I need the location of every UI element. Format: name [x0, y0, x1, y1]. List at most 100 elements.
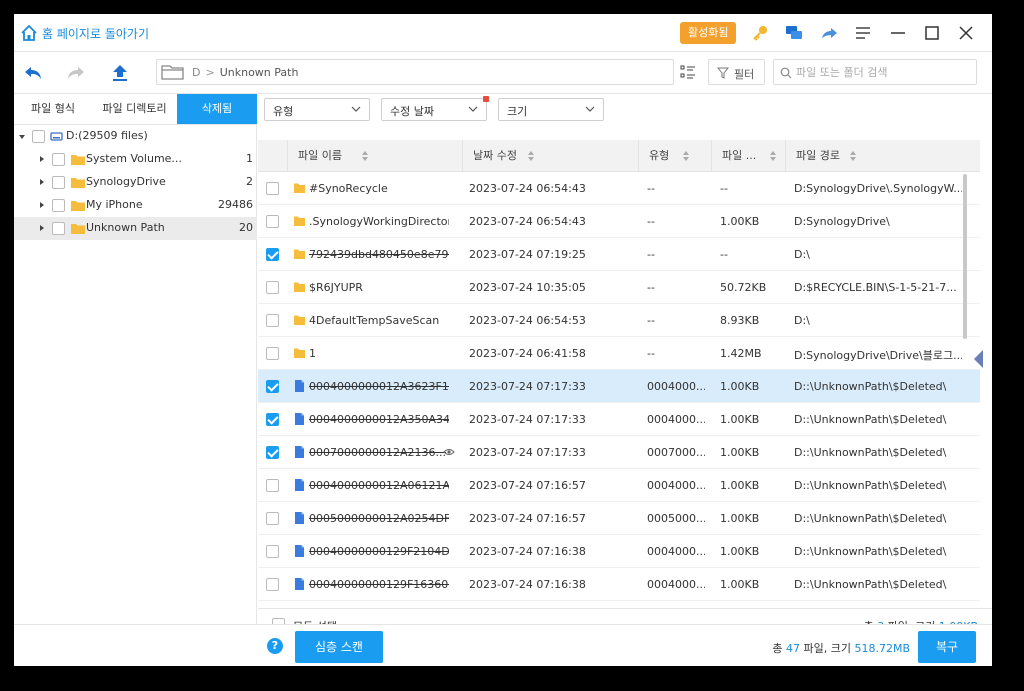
cell-type: 0007000... [647, 446, 705, 459]
row-checkbox[interactable] [266, 380, 279, 393]
sort-icon[interactable] [770, 151, 776, 161]
row-checkbox[interactable] [266, 413, 279, 426]
preview-eye-icon[interactable] [443, 447, 455, 457]
type-filter-dropdown[interactable]: 유형 [264, 98, 370, 121]
row-checkbox[interactable] [266, 215, 279, 228]
table-row[interactable]: 0004000000012A3623F1... 2023-07-24 07:17:… [258, 370, 980, 403]
table-row[interactable]: 00040000000129F163602... 2023-07-24 07:16… [258, 568, 980, 601]
folder-icon [294, 183, 305, 193]
tree-root[interactable]: D:(29509 files) [14, 125, 257, 148]
expand-arrow-icon[interactable] [40, 225, 44, 231]
dropdown-label: 유형 [273, 105, 294, 118]
back-arrow-icon[interactable] [22, 62, 44, 84]
list-view-icon[interactable] [680, 64, 696, 80]
row-checkbox[interactable] [266, 479, 279, 492]
expand-arrow-icon[interactable] [19, 135, 25, 139]
path-root[interactable]: D [192, 66, 200, 79]
checkbox[interactable] [52, 199, 65, 212]
expand-arrow-icon[interactable] [40, 179, 44, 185]
upload-icon[interactable] [109, 62, 131, 84]
minimize-icon[interactable] [888, 23, 908, 43]
header-type[interactable]: 유형 [639, 140, 712, 172]
row-checkbox[interactable] [266, 446, 279, 459]
tree-item-synologydrive[interactable]: SynologyDrive 2 [14, 171, 257, 194]
help-icon[interactable]: ? [267, 638, 283, 654]
row-checkbox[interactable] [266, 512, 279, 525]
sort-icon[interactable] [850, 151, 856, 161]
row-checkbox[interactable] [266, 281, 279, 294]
checkbox[interactable] [32, 130, 45, 143]
folder-icon [294, 348, 305, 358]
sort-icon[interactable] [528, 151, 534, 161]
header-date[interactable]: 날짜 수정 [463, 140, 639, 172]
collapse-panel-arrow-icon[interactable] [974, 350, 983, 368]
expand-arrow-icon[interactable] [40, 156, 44, 162]
path-bar[interactable]: D > Unknown Path [156, 59, 674, 85]
search-icon [780, 67, 792, 79]
table-row[interactable]: 4DefaultTempSaveScan 2023-07-24 06:54:53 -… [258, 304, 980, 337]
forward-arrow-icon[interactable] [65, 62, 87, 84]
chat-icon[interactable] [784, 23, 804, 43]
recover-button[interactable]: 복구 [918, 631, 976, 663]
expand-arrow-icon[interactable] [40, 202, 44, 208]
cell-type: 0004000... [647, 479, 705, 492]
table-row[interactable]: 792439dbd480450e8e796... 2023-07-24 07:19… [258, 238, 980, 271]
home-icon[interactable] [20, 24, 38, 42]
table-row[interactable]: $R6JYUPR 2023-07-24 10:35:05 -- 50.72KB D:$R… [258, 271, 980, 304]
row-checkbox[interactable] [266, 248, 279, 261]
cell-size: 1.00KB [720, 413, 760, 426]
row-checkbox[interactable] [266, 314, 279, 327]
tab-file-type[interactable]: 파일 형식 [14, 94, 92, 124]
table-row[interactable]: 0004000000012A06121A... 2023-07-24 07:16:… [258, 469, 980, 502]
cell-type: -- [647, 281, 655, 294]
cell-type: 0004000... [647, 380, 705, 393]
header-path[interactable]: 파일 경로 [786, 140, 980, 172]
tree-item-count: 29486 [218, 198, 253, 211]
table-row[interactable]: 00040000000129F2104D... 2023-07-24 07:16:… [258, 535, 980, 568]
filter-button[interactable]: 필터 [708, 59, 765, 85]
row-checkbox[interactable] [266, 182, 279, 195]
checkbox[interactable] [52, 176, 65, 189]
checkbox[interactable] [52, 153, 65, 166]
tree-item-unknown-path[interactable]: Unknown Path 20 [14, 217, 257, 240]
tree-root-label: D:(29509 files) [66, 129, 148, 142]
table-row[interactable]: 0005000000012A0254DF... 2023-07-24 07:16:… [258, 502, 980, 535]
table-row[interactable]: 0004000000012A350A34... 2023-07-24 07:17:… [258, 403, 980, 436]
row-checkbox[interactable] [266, 347, 279, 360]
table-row[interactable]: 0007000000012A2136... 2023-07-24 07:17:33… [258, 436, 980, 469]
scrollbar[interactable] [963, 174, 967, 339]
activate-button[interactable]: 활성화됨 [680, 22, 737, 44]
row-checkbox[interactable] [266, 578, 279, 591]
cell-path: D::\UnknownPath\$Deleted\ [794, 512, 947, 525]
tab-file-directory[interactable]: 파일 디렉토리 [92, 94, 177, 124]
maximize-icon[interactable] [922, 23, 942, 43]
key-icon[interactable] [750, 23, 770, 43]
sort-icon[interactable] [362, 151, 368, 161]
tab-deleted[interactable]: 삭제됨 [177, 94, 257, 124]
modified-date-dropdown[interactable]: 수정 날짜 [381, 96, 489, 121]
table-row[interactable]: 1 2023-07-24 06:41:58 -- 1.42MB D:SynologyDr… [258, 337, 980, 370]
back-home-link[interactable]: 홈 페이지로 돌아가기 [42, 25, 149, 42]
search-input[interactable] [796, 64, 972, 80]
menu-icon[interactable] [853, 23, 873, 43]
row-checkbox[interactable] [266, 545, 279, 558]
header-name[interactable]: 파일 이름 [288, 140, 463, 172]
size-filter-dropdown[interactable]: 크기 [498, 98, 604, 121]
search-box[interactable] [773, 59, 977, 85]
checkbox[interactable] [52, 222, 65, 235]
close-icon[interactable] [956, 23, 976, 43]
cell-size: 1.00KB [720, 380, 760, 393]
cell-date: 2023-07-24 06:54:43 [469, 215, 586, 228]
folder-icon [294, 282, 305, 292]
share-icon[interactable] [819, 23, 839, 43]
cell-size: 1.00KB [720, 578, 760, 591]
sort-icon[interactable] [683, 151, 689, 161]
header-size[interactable]: 파일 ... [712, 140, 786, 172]
deep-scan-button[interactable]: 심층 스캔 [295, 631, 383, 663]
table-row[interactable]: #SynoRecycle 2023-07-24 06:54:43 -- -- D:Syn… [258, 172, 980, 205]
tree-item-my-iphone[interactable]: My iPhone 29486 [14, 194, 257, 217]
dropdown-label: 수정 날짜 [390, 105, 434, 118]
tree-item-system-volume[interactable]: System Volume... 1 [14, 148, 257, 171]
table-row[interactable]: .SynologyWorkingDirectory 2023-07-24 06:5… [258, 205, 980, 238]
path-current[interactable]: Unknown Path [220, 66, 299, 79]
